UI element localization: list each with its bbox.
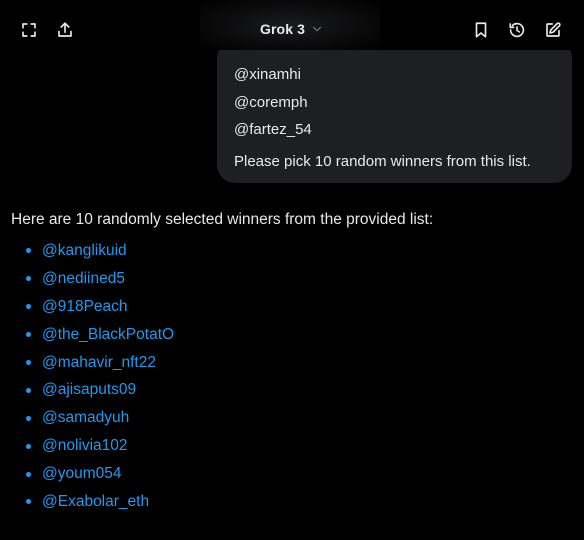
bullet-icon xyxy=(26,276,31,282)
new-chat-icon[interactable] xyxy=(542,19,564,41)
response-intro: Here are 10 randomly selected winners fr… xyxy=(11,211,434,228)
chevron-down-icon xyxy=(310,22,324,36)
list-item: @the_BlackPotatO xyxy=(11,321,571,349)
list-item: @nediined5 xyxy=(11,265,571,293)
bullet-icon xyxy=(26,360,31,365)
list-item: @youm054 xyxy=(11,460,571,488)
list-item: @ajisaputs09 xyxy=(11,376,571,404)
bullet-icon xyxy=(26,332,31,338)
winner-link[interactable]: @ajisaputs09 xyxy=(42,381,136,399)
winner-link[interactable]: @nolivia102 xyxy=(42,437,128,455)
bullet-icon xyxy=(26,499,31,505)
list-item: @mahavir_nft22 xyxy=(11,349,571,377)
list-item: @kanglikuid xyxy=(11,237,571,265)
bullet-icon xyxy=(26,471,31,477)
history-icon[interactable] xyxy=(506,19,528,41)
bookmark-icon[interactable] xyxy=(470,19,492,41)
model-selector[interactable]: Grok 3 xyxy=(252,21,332,37)
user-handle: @fartez_54 xyxy=(234,121,312,138)
bullet-icon xyxy=(26,304,31,310)
winner-link[interactable]: @mahavir_nft22 xyxy=(42,354,156,372)
list-item: @nolivia102 xyxy=(11,432,571,460)
model-name: Grok 3 xyxy=(260,21,305,37)
assistant-response: Here are 10 randomly selected winners fr… xyxy=(11,209,571,516)
list-item: @Exabolar_eth xyxy=(11,488,571,516)
list-item: @samadyuh xyxy=(11,404,571,432)
bullet-icon xyxy=(26,248,31,254)
bullet-icon xyxy=(26,415,31,421)
winner-link[interactable]: @the_BlackPotatO xyxy=(42,326,174,344)
bullet-icon xyxy=(26,387,31,393)
user-message-bubble: @xinamhi @coremph @fartez_54 Please pick… xyxy=(217,40,572,183)
winner-link[interactable]: @918Peach xyxy=(42,298,128,316)
winner-link[interactable]: @youm054 xyxy=(42,465,122,483)
winner-link[interactable]: @Exabolar_eth xyxy=(42,493,149,511)
user-handle: @coremph xyxy=(234,93,308,111)
chat-page: Grok 3 @xinamhi @coremph @fartez_54 Plea… xyxy=(0,0,584,540)
bullet-icon xyxy=(26,443,31,449)
winner-link[interactable]: @nediined5 xyxy=(42,270,125,288)
top-bar: Grok 3 xyxy=(0,0,584,50)
user-request-text: Please pick 10 random winners from this … xyxy=(234,152,531,170)
winners-list: @kanglikuid @nediined5 @918Peach @the_Bl… xyxy=(11,237,571,516)
list-item: @918Peach xyxy=(11,293,571,321)
user-handle: @xinamhi xyxy=(234,66,301,83)
expand-icon[interactable] xyxy=(18,19,40,41)
share-icon[interactable] xyxy=(54,19,76,41)
winner-link[interactable]: @samadyuh xyxy=(42,409,129,427)
winner-link[interactable]: @kanglikuid xyxy=(42,242,127,260)
